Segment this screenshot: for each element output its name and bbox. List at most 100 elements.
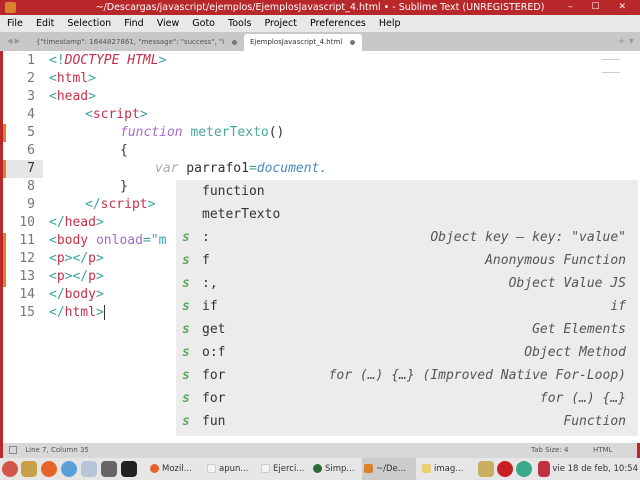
menu-view[interactable]: View <box>157 18 180 29</box>
menu-preferences[interactable]: Preferences <box>310 18 366 29</box>
taskbar-window-apuntes[interactable]: apun... <box>205 458 248 480</box>
window-label: Simp... <box>325 464 355 474</box>
line-number: 7 <box>3 160 43 178</box>
menu-find[interactable]: Find <box>124 18 143 29</box>
autocomplete-item[interactable]: s: Object key — key: "value" <box>176 226 638 249</box>
cursor-position: Line 7, Column 35 <box>25 446 89 454</box>
modified-dot-icon[interactable] <box>232 39 238 45</box>
code-line-2: <html> <box>49 71 96 86</box>
autocomplete-item[interactable]: s f Anonymous Function <box>176 249 638 272</box>
panel-toggle-icon[interactable] <box>9 446 17 454</box>
line-number: 12 <box>19 251 35 266</box>
line-number: 8 <box>27 179 35 194</box>
taskbar-window-sublime[interactable]: ~/De... <box>362 458 416 480</box>
title-bar: ~/Descargas/javascript/ejemplos/Ejemplos… <box>0 0 640 15</box>
completion-text: :, <box>202 276 218 291</box>
files-launcher-icon[interactable] <box>81 461 97 477</box>
autocomplete-item[interactable]: meterTexto <box>176 203 638 226</box>
autocomplete-item[interactable]: s for for (…) {…} <box>176 387 638 410</box>
completion-text: f <box>202 253 210 268</box>
chromium-launcher-icon[interactable] <box>61 461 77 477</box>
completion-text: meterTexto <box>202 207 281 222</box>
autocomplete-item[interactable]: s fun Function <box>176 410 638 433</box>
window-label: Mozil... <box>162 464 192 474</box>
window-label: Ejerci... <box>273 464 305 474</box>
autocomplete-item[interactable]: s for for (…) {…} (Improved Native For-Loo… <box>176 364 638 387</box>
tab-ejemplos[interactable]: EjemplosJavascript_4.html <box>244 34 362 51</box>
tab-size[interactable]: Tab Size: 4 <box>531 443 568 458</box>
menu-tools[interactable]: Tools <box>228 18 251 29</box>
minimap[interactable] <box>602 59 620 73</box>
completion-text: o:f <box>202 345 226 360</box>
network-tray-icon[interactable] <box>478 461 494 477</box>
autocomplete-item[interactable]: s get Get Elements <box>176 318 638 341</box>
clock[interactable]: vie 18 de feb, 10:54 <box>552 458 638 480</box>
new-tab-button[interactable]: + ▾ <box>617 32 634 51</box>
completion-description: Function <box>563 414 626 429</box>
autocomplete-item[interactable]: s o:f Object Method <box>176 341 638 364</box>
snippet-icon: s <box>182 230 190 245</box>
volume-icon[interactable] <box>538 461 550 477</box>
menu-project[interactable]: Project <box>264 18 297 29</box>
line-number: 15 <box>19 305 35 320</box>
menu-goto[interactable]: Goto <box>192 18 215 29</box>
code-line-6: { <box>120 143 128 158</box>
tab-json[interactable]: {"timestamp": 1644827861, "message": "su… <box>30 34 242 51</box>
snippet-icon: s <box>182 276 190 291</box>
line-number: 2 <box>27 71 35 86</box>
autocomplete-item[interactable]: s:, Object Value JS <box>176 272 638 295</box>
menu-edit[interactable]: Edit <box>36 18 54 29</box>
snippet-icon: s <box>182 322 190 337</box>
taskbar-window-firefox[interactable]: Mozil... <box>148 458 192 480</box>
record-tray-icon[interactable] <box>497 461 513 477</box>
autocomplete-item[interactable]: s if if <box>176 295 638 318</box>
tab-label: {"timestamp": 1644827861, "message": "su… <box>36 38 225 46</box>
tab-nav-arrows[interactable]: ◀ ▶ <box>7 32 20 51</box>
menu-file[interactable]: File <box>7 18 23 29</box>
line-number: 11 <box>19 233 35 248</box>
terminal-launcher-icon[interactable] <box>121 461 137 477</box>
line-number: 14 <box>19 287 35 302</box>
snippet-icon: s <box>182 368 190 383</box>
tab-bar: ◀ ▶ {"timestamp": 1644827861, "message":… <box>0 32 640 51</box>
text-editor-launcher-icon[interactable] <box>21 461 37 477</box>
window-title: ~/Descargas/javascript/ejemplos/Ejemplos… <box>95 2 545 13</box>
code-line-7: var parrafo1=document. <box>155 161 328 176</box>
code-line-12: <p></p> <box>49 251 104 266</box>
modified-marker <box>3 160 6 178</box>
completion-description: Get Elements <box>532 322 626 337</box>
screenshot-launcher-icon[interactable] <box>101 461 117 477</box>
window-label: ~/De... <box>376 464 406 474</box>
image-viewer-icon <box>422 464 431 473</box>
menu-launcher-icon[interactable] <box>2 461 18 477</box>
taskbar-window-simple[interactable]: Simp... <box>311 458 355 480</box>
sublime-icon <box>5 2 16 13</box>
modified-dot-icon[interactable] <box>350 39 356 45</box>
snippet-icon: s <box>182 414 190 429</box>
text-cursor <box>103 305 105 320</box>
snippet-icon: s <box>182 345 190 360</box>
menu-bar: File Edit Selection Find View Goto Tools… <box>0 15 640 32</box>
autocomplete-item[interactable]: function <box>176 180 638 203</box>
window-controls[interactable]: – ☐ ✕ <box>568 0 634 15</box>
modified-marker <box>3 124 6 142</box>
line-number: 13 <box>19 269 35 284</box>
taskbar-window-ejercicios[interactable]: Ejerci... <box>259 458 304 480</box>
snippet-icon: s <box>182 253 190 268</box>
code-line-10: </head> <box>49 215 104 230</box>
code-line-15: </html> <box>49 305 105 320</box>
completion-text: for <box>202 368 226 383</box>
completion-description: Anonymous Function <box>485 253 626 268</box>
status-bar: Line 7, Column 35 Tab Size: 4 HTML <box>0 443 640 458</box>
menu-help[interactable]: Help <box>379 18 401 29</box>
update-tray-icon[interactable] <box>516 461 532 477</box>
completion-description: if <box>610 299 626 314</box>
code-line-1: <!DOCTYPE HTML> <box>49 53 167 68</box>
completion-description: for (…) {…} (Improved Native For-Loop) <box>328 368 626 383</box>
window-label: imag... <box>434 464 464 474</box>
menu-selection[interactable]: Selection <box>67 18 111 29</box>
syntax[interactable]: HTML <box>593 443 612 458</box>
firefox-launcher-icon[interactable] <box>41 461 57 477</box>
taskbar-window-imagenes[interactable]: imag... <box>420 458 463 480</box>
code-line-11: <body onload="m <box>49 233 167 248</box>
